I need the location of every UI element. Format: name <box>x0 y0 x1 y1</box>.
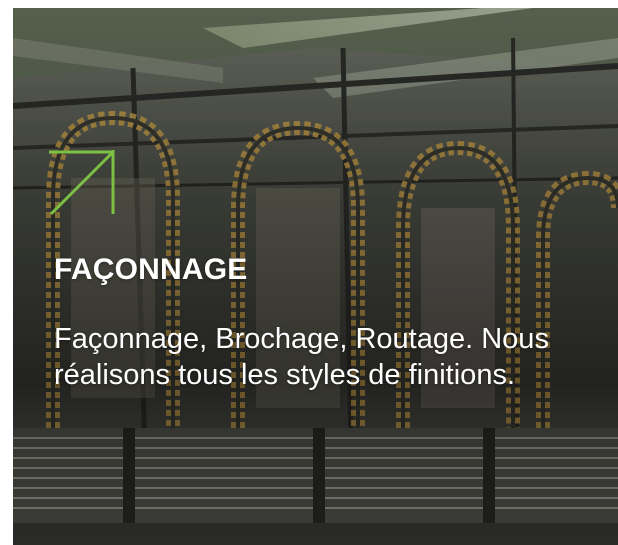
card-description: Façonnage, Brochage, Routage. Nous réali… <box>54 323 549 391</box>
arrow-up-right-icon <box>49 150 115 216</box>
service-card-faconnage[interactable]: FAÇONNAGE Façonnage, Brochage, Routage. … <box>13 8 618 545</box>
card-title: FAÇONNAGE <box>54 253 248 286</box>
